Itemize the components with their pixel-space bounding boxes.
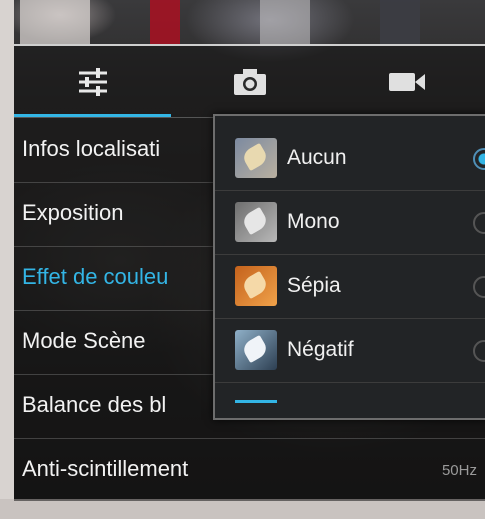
tab-video[interactable] [328, 46, 485, 118]
effect-thumbnail [235, 202, 277, 242]
radio-button[interactable] [473, 276, 485, 298]
setting-label: Effet de couleu [22, 264, 169, 289]
effect-thumbnail [235, 138, 277, 178]
sliders-icon [78, 68, 107, 96]
settings-tabs [14, 46, 485, 118]
radio-button[interactable] [473, 148, 485, 170]
camera-icon [233, 69, 266, 95]
setting-label: Mode Scène [22, 328, 146, 353]
effect-thumbnail [235, 266, 277, 306]
option-label: Sépia [287, 274, 341, 297]
screen-edge [0, 499, 485, 519]
tab-photo[interactable] [171, 46, 328, 118]
preview-highlight [260, 0, 310, 45]
menu-option-sepia[interactable]: Sépia [215, 254, 485, 319]
preview-highlight [150, 0, 180, 45]
radio-button[interactable] [473, 340, 485, 362]
color-effect-menu: Aucun Mono Sépia Négatif [213, 114, 485, 420]
setting-label: Balance des bl [22, 392, 167, 417]
effect-thumbnail [235, 330, 277, 370]
setting-label: Anti-scintillement [22, 456, 189, 481]
tab-settings[interactable] [14, 46, 171, 118]
scroll-indicator [235, 400, 277, 403]
preview-highlight [380, 0, 420, 45]
setting-value: 50Hz [441, 462, 477, 479]
radio-button[interactable] [473, 212, 485, 234]
screen-edge [0, 0, 14, 519]
preview-highlight [20, 0, 90, 45]
option-label: Négatif [287, 338, 354, 361]
menu-option-negative[interactable]: Négatif [215, 318, 485, 383]
video-icon [388, 73, 425, 91]
setting-label: Infos localisati [22, 136, 161, 161]
option-label: Mono [287, 210, 340, 233]
menu-option-none[interactable]: Aucun [215, 126, 485, 191]
menu-option-mono[interactable]: Mono [215, 190, 485, 255]
option-label: Aucun [287, 146, 347, 169]
setting-label: Exposition [22, 200, 124, 225]
setting-anti-flicker[interactable]: Anti-scintillement 50Hz [14, 438, 485, 502]
